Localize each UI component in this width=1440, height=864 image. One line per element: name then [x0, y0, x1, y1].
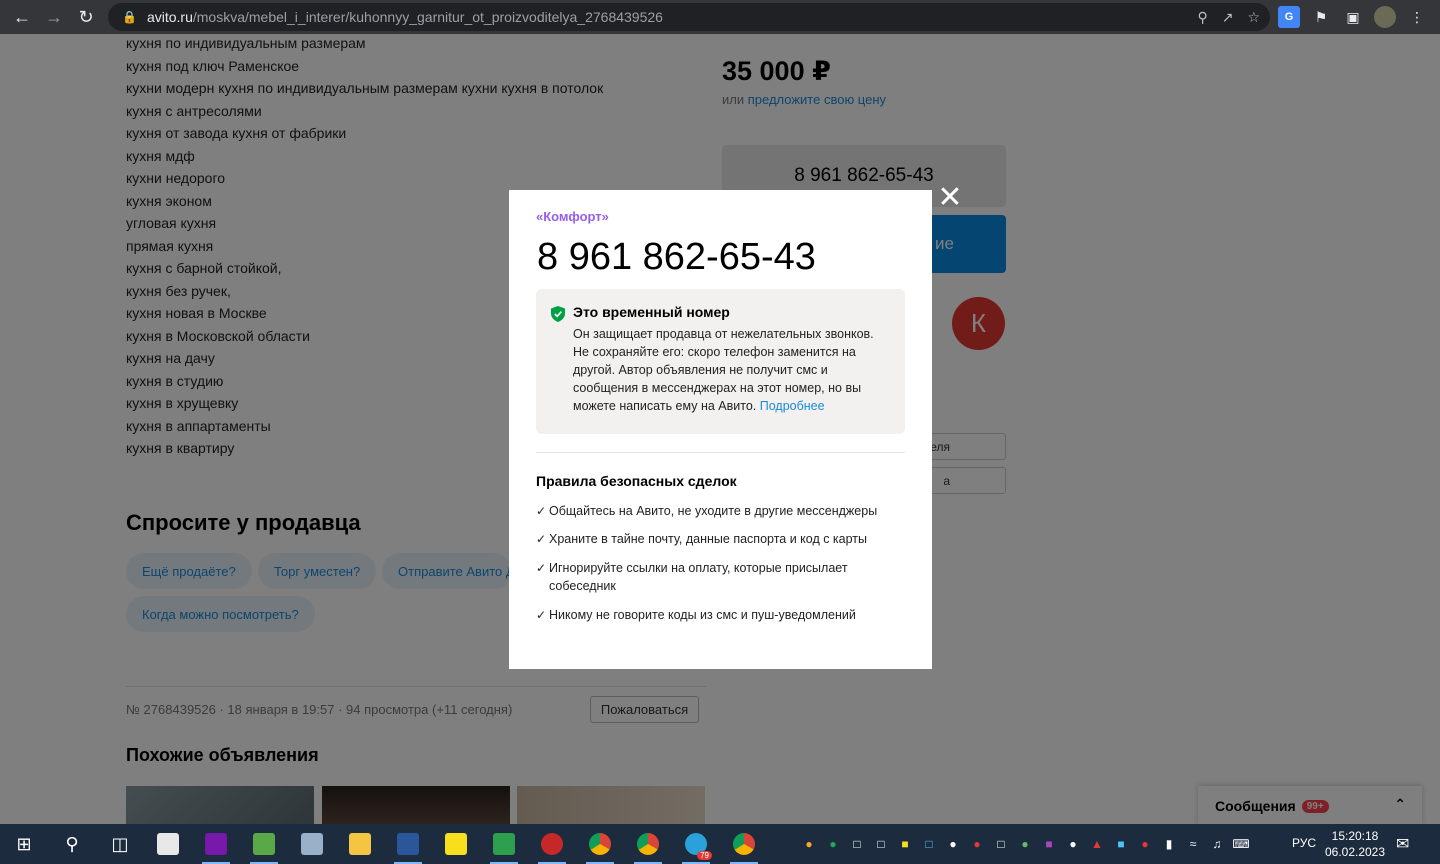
- search-icon[interactable]: ⚲: [48, 824, 96, 864]
- clock-time: 15:20:18: [1331, 829, 1379, 843]
- clock-date: 06.02.2023: [1324, 845, 1386, 859]
- chrome-icon[interactable]: [720, 824, 768, 864]
- tray-app-icon[interactable]: ●: [1064, 835, 1082, 853]
- safe-deals-title: Правила безопасных сделок: [536, 473, 737, 489]
- editor-app-icon[interactable]: [240, 824, 288, 864]
- rule-text: Никому не говорите коды из смс и пуш-уве…: [549, 608, 856, 622]
- onenote-app-icon[interactable]: [192, 824, 240, 864]
- divider: [536, 452, 905, 453]
- google-translate-icon[interactable]: G: [1278, 6, 1300, 28]
- bookmark-star-icon[interactable]: ☆: [1247, 9, 1260, 26]
- spreadsheet-app-icon[interactable]: [480, 824, 528, 864]
- rule-text: Общайтесь на Авито, не уходите в другие …: [549, 504, 878, 518]
- language-indicator[interactable]: РУС: [1292, 836, 1316, 850]
- modal-seller-name[interactable]: «Комфорт»: [536, 209, 609, 224]
- tray-app-icon[interactable]: □: [992, 835, 1010, 853]
- tray-app-icon[interactable]: □: [872, 835, 890, 853]
- system-tray: ● ● □ □ ■ □ ● ● □ ● ■ ● ▲ ■ ● ▮ ≈ ♫ ⌨: [800, 824, 1250, 864]
- share-icon[interactable]: ↗: [1222, 9, 1234, 26]
- windows-taskbar: ⊞ ⚲ ◫ 79 ● ● □ □ ■ □ ● ● □ ● ■ ● ▲ ■ ● ▮…: [0, 824, 1440, 864]
- tray-app-icon[interactable]: ●: [1016, 835, 1034, 853]
- url-host: avito.ru: [146, 9, 193, 25]
- tray-app-icon[interactable]: ●: [968, 835, 986, 853]
- app-icon[interactable]: [288, 824, 336, 864]
- word-app-icon[interactable]: [384, 824, 432, 864]
- tray-app-icon[interactable]: ●: [944, 835, 962, 853]
- check-icon: ✓: [536, 532, 547, 546]
- sidepanel-icon[interactable]: ▣: [1342, 6, 1364, 28]
- rule-item: ✓ Никому не говорите коды из смс и пуш-ув…: [536, 606, 906, 624]
- close-icon[interactable]: ✕: [937, 183, 963, 213]
- check-icon: ✓: [536, 504, 547, 518]
- shield-icon: [551, 306, 565, 322]
- chrome-icon[interactable]: [624, 824, 672, 864]
- battery-icon[interactable]: ▮: [1160, 835, 1178, 853]
- rule-item: ✓ Игнорируйте ссылки на оплату, которые п…: [536, 559, 906, 595]
- notice-more-link[interactable]: Подробнее: [760, 399, 825, 413]
- tray-app-icon[interactable]: ▲: [1088, 835, 1106, 853]
- reload-icon[interactable]: ↻: [70, 1, 102, 33]
- notepad-app-icon[interactable]: [144, 824, 192, 864]
- notice-text: Он защищает продавца от нежелательных зв…: [573, 327, 874, 413]
- sticky-notes-icon[interactable]: [432, 824, 480, 864]
- task-view-icon[interactable]: ◫: [96, 824, 144, 864]
- chrome-icon[interactable]: [576, 824, 624, 864]
- lock-icon: 🔒: [122, 10, 137, 24]
- tray-app-icon[interactable]: ●: [824, 835, 842, 853]
- rule-text: Храните в тайне почту, данные паспорта и…: [549, 532, 868, 546]
- yandex-browser-icon[interactable]: [528, 824, 576, 864]
- profile-avatar-icon[interactable]: [1374, 6, 1396, 28]
- file-explorer-icon[interactable]: [336, 824, 384, 864]
- telegram-icon[interactable]: 79: [672, 824, 720, 864]
- rule-item: ✓ Общайтесь на Авито, не уходите в другие…: [536, 502, 906, 520]
- notice-body: Он защищает продавца от нежелательных зв…: [573, 325, 893, 415]
- wifi-icon[interactable]: ≈: [1184, 835, 1202, 853]
- rule-item: ✓ Храните в тайне почту, данные паспорта …: [536, 530, 906, 548]
- tray-app-icon[interactable]: ■: [896, 835, 914, 853]
- clock[interactable]: 15:20:18 06.02.2023: [1322, 828, 1388, 860]
- back-icon[interactable]: ←: [6, 1, 38, 33]
- tray-app-icon[interactable]: ■: [1040, 835, 1058, 853]
- menu-kebab-icon[interactable]: ⋮: [1406, 6, 1428, 28]
- forward-icon[interactable]: →: [38, 1, 70, 33]
- tray-app-icon[interactable]: ●: [800, 835, 818, 853]
- notice-title: Это временный номер: [573, 304, 730, 320]
- tray-app-icon[interactable]: ■: [1112, 835, 1130, 853]
- temporary-number-notice: Это временный номер Он защищает продавца…: [536, 289, 905, 434]
- modal-phone-number: 8 961 862-65-43: [537, 236, 816, 278]
- keyboard-icon[interactable]: ⌨: [1232, 835, 1250, 853]
- tray-app-icon[interactable]: ●: [1136, 835, 1154, 853]
- notification-center-icon[interactable]: ✉: [1396, 834, 1409, 854]
- address-bar[interactable]: 🔒 avito.ru/moskva/mebel_i_interer/kuhonn…: [108, 3, 1270, 31]
- url-path: /moskva/mebel_i_interer/kuhonnyy_garnitu…: [192, 9, 663, 25]
- tray-app-icon[interactable]: □: [920, 835, 938, 853]
- check-icon: ✓: [536, 608, 547, 622]
- zoom-icon[interactable]: ⚲: [1197, 9, 1207, 26]
- phone-modal: «Комфорт» 8 961 862-65-43 Это временный …: [509, 190, 932, 669]
- telegram-badge: 79: [697, 851, 712, 860]
- check-icon: ✓: [536, 561, 547, 575]
- rule-text: Игнорируйте ссылки на оплату, которые пр…: [549, 561, 848, 593]
- volume-icon[interactable]: ♫: [1208, 835, 1226, 853]
- windows-start-icon[interactable]: ⊞: [0, 824, 48, 864]
- browser-toolbar: ← → ↻ 🔒 avito.ru/moskva/mebel_i_interer/…: [0, 0, 1440, 34]
- extensions-puzzle-icon[interactable]: ⚑: [1310, 6, 1332, 28]
- tray-app-icon[interactable]: □: [848, 835, 866, 853]
